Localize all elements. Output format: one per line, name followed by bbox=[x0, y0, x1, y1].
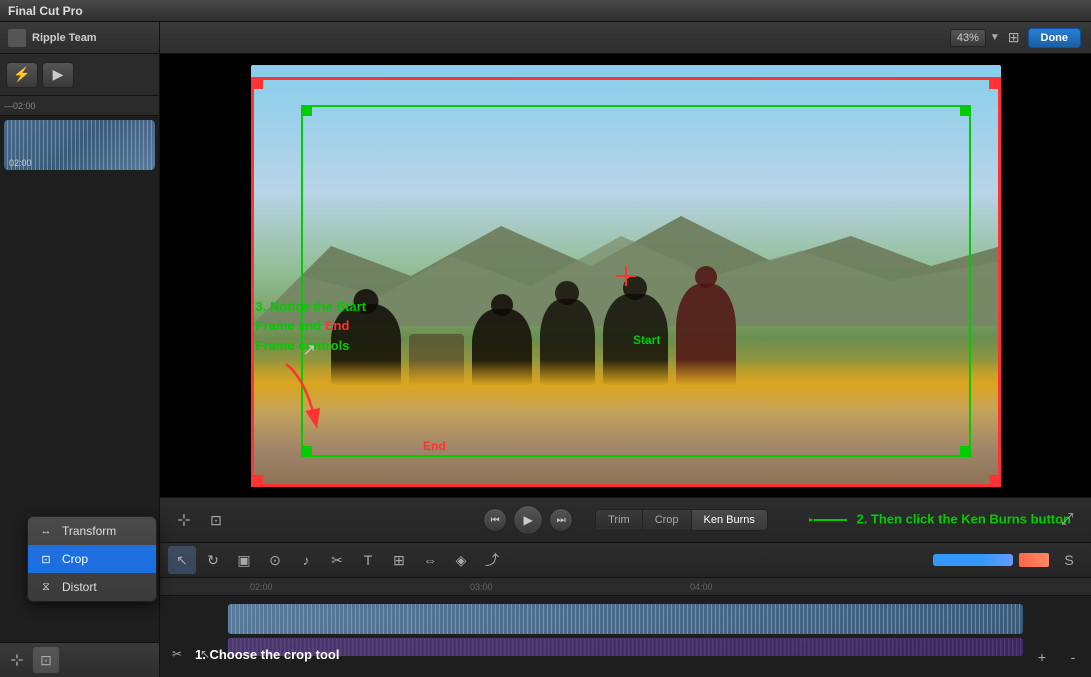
video-background bbox=[251, 65, 1001, 487]
main-container: Ripple Team ⚡ ▶ —02:00 02:00 ⊹ ⊡ ↔ bbox=[0, 22, 1091, 677]
tool-video[interactable]: ▣ bbox=[230, 546, 258, 574]
play-button[interactable]: ▶ bbox=[42, 62, 74, 88]
tool-camera[interactable]: ⊙ bbox=[261, 546, 289, 574]
crop-icon: ⊡ bbox=[38, 551, 54, 567]
zoom-arrow: ▼ bbox=[990, 32, 1000, 43]
time-3: 03:00 bbox=[470, 582, 493, 592]
video-track[interactable] bbox=[228, 604, 1023, 634]
forward-button[interactable]: ⏭ bbox=[549, 508, 573, 532]
crop-tool[interactable]: ⊡ bbox=[33, 647, 59, 673]
step2-annotation: 2. Then click the Ken Burns button bbox=[809, 505, 1071, 535]
mute-button[interactable]: S bbox=[1055, 546, 1083, 574]
icon-toolbar: ↖ ↻ ▣ ⊙ ♪ ✂ T ⊞ ⇔ ◈ ⤴ S bbox=[160, 542, 1091, 577]
done-button[interactable]: Done bbox=[1028, 28, 1082, 48]
zoom-dropdown[interactable]: 43% bbox=[950, 29, 986, 47]
film-icon bbox=[8, 29, 26, 47]
viewer-header: 43% ▼ ⊞ Done bbox=[160, 22, 1091, 54]
transform-icon: ↔ bbox=[38, 523, 54, 539]
left-panel: Ripple Team ⚡ ▶ —02:00 02:00 ⊹ ⊡ ↔ bbox=[0, 22, 160, 677]
menu-item-crop[interactable]: ⊡ Crop bbox=[28, 545, 156, 573]
tool-rotate[interactable]: ↻ bbox=[199, 546, 227, 574]
tool-music[interactable]: ♪ bbox=[292, 546, 320, 574]
time-4: 04:00 bbox=[690, 582, 713, 592]
time-label: —02:00 bbox=[4, 101, 36, 111]
tool-text[interactable]: T bbox=[354, 546, 382, 574]
blade-tool[interactable]: ✂ bbox=[164, 641, 190, 667]
step2-text: 2. Then click the Ken Burns button bbox=[856, 511, 1071, 526]
viewer-controls: ⊹ ⊡ ⏮ ▶ ⏭ Trim Crop Ken Burns bbox=[160, 497, 1091, 542]
audio-controls: S bbox=[933, 546, 1083, 574]
project-name: Ripple Team bbox=[32, 32, 97, 44]
effect-tabs: Trim Crop Ken Burns bbox=[595, 509, 768, 531]
tool-crop-viewer[interactable]: ⊡ bbox=[202, 506, 230, 534]
toolbar-left: ⚡ ▶ bbox=[0, 54, 159, 96]
crop-menu: ↔ Transform ⊡ Crop ⧖ Distort bbox=[27, 516, 157, 602]
menu-distort-label: Distort bbox=[62, 580, 97, 594]
bottom-toolbar: ⊹ ⊡ bbox=[0, 642, 159, 677]
audio-slider[interactable] bbox=[933, 554, 1013, 566]
tool-share[interactable]: ⤴ bbox=[478, 546, 506, 574]
tool-grid[interactable]: ⊞ bbox=[385, 546, 413, 574]
tool-transform2[interactable]: ⇔ bbox=[416, 546, 444, 574]
video-content: Start End 3. Notice the StartFrame and E… bbox=[251, 65, 1001, 487]
time-ruler: —02:00 bbox=[0, 96, 159, 116]
titlebar: Final Cut Pro bbox=[0, 0, 1091, 22]
video-viewer: Start End 3. Notice the StartFrame and E… bbox=[160, 54, 1091, 497]
step1-annotation: 1. Choose the crop tool bbox=[195, 647, 339, 662]
tab-ken-burns[interactable]: Ken Burns bbox=[692, 510, 767, 530]
menu-crop-label: Crop bbox=[62, 552, 88, 566]
end-label: End bbox=[423, 439, 446, 453]
distort-icon: ⧖ bbox=[38, 579, 54, 595]
menu-item-distort[interactable]: ⧖ Distort bbox=[28, 573, 156, 601]
right-panel: 43% ▼ ⊞ Done bbox=[160, 22, 1091, 677]
zoom-out[interactable]: - bbox=[1059, 643, 1087, 671]
rewind-button[interactable]: ⏮ bbox=[483, 508, 507, 532]
left-tools: ⊹ ⊡ bbox=[170, 506, 230, 534]
time-start: 02:00 bbox=[9, 158, 32, 168]
timeline-ruler: 02:00 03:00 04:00 bbox=[160, 578, 1091, 596]
timeline-track[interactable]: 02:00 bbox=[4, 120, 155, 170]
tool-pointer[interactable]: ↖ bbox=[168, 546, 196, 574]
expand-button[interactable]: ⤢ bbox=[1053, 506, 1081, 534]
tool-blend[interactable]: ◈ bbox=[447, 546, 475, 574]
zoom-control: 43% ▼ ⊞ bbox=[950, 29, 1020, 47]
tool-select[interactable]: ⊹ bbox=[170, 506, 198, 534]
project-header: Ripple Team bbox=[0, 22, 159, 54]
audio-peak bbox=[1019, 553, 1049, 567]
menu-transform-label: Transform bbox=[62, 524, 116, 538]
play-pause-button[interactable]: ▶ bbox=[513, 505, 543, 535]
app-title: Final Cut Pro bbox=[8, 4, 83, 18]
audio-track[interactable] bbox=[228, 638, 1023, 656]
zoom-expand: ⊞ bbox=[1008, 29, 1020, 46]
grass-foreground bbox=[251, 360, 1001, 487]
select-tool[interactable]: ⊹ bbox=[4, 647, 30, 673]
menu-item-transform[interactable]: ↔ Transform bbox=[28, 517, 156, 545]
tool-scissors[interactable]: ✂ bbox=[323, 546, 351, 574]
tool-icons-row: + - bbox=[1028, 643, 1087, 671]
tab-crop[interactable]: Crop bbox=[643, 510, 692, 530]
ripple-button[interactable]: ⚡ bbox=[6, 62, 38, 88]
timeline-bottom: 02:00 03:00 04:00 ✂ ↖ + bbox=[160, 577, 1091, 677]
start-label: Start bbox=[633, 333, 660, 347]
zoom-in[interactable]: + bbox=[1028, 643, 1056, 671]
tab-trim[interactable]: Trim bbox=[596, 510, 643, 530]
time-2: 02:00 bbox=[250, 582, 273, 592]
